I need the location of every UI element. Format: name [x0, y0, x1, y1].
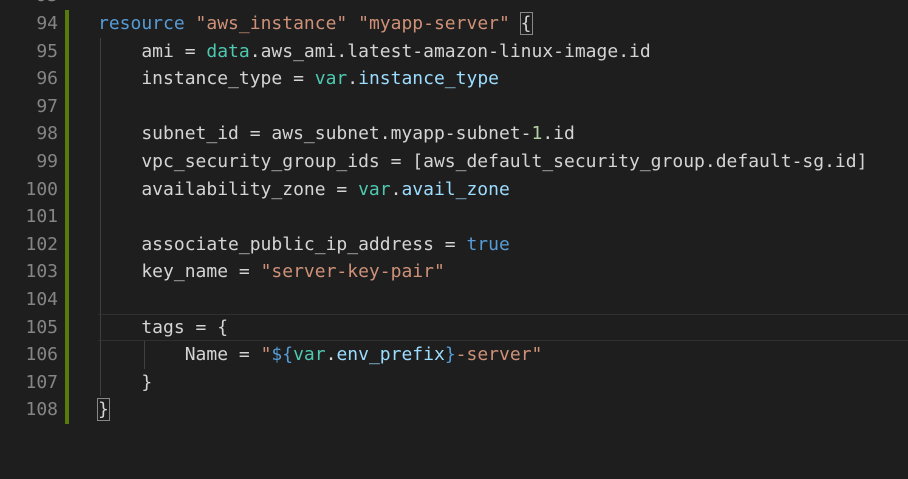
- gutter-modified-marker: [65, 203, 69, 231]
- code-text[interactable]: associate_public_ip_address = true: [98, 231, 510, 259]
- code-text[interactable]: instance_type = var.instance_type: [98, 65, 499, 93]
- code-token: 1: [531, 123, 543, 145]
- code-token: instance_type: [358, 68, 499, 90]
- code-line[interactable]: 99 vpc_security_group_ids = [aws_default…: [0, 148, 908, 176]
- code-line[interactable]: 104: [0, 286, 908, 314]
- code-line[interactable]: 103 key_name = "server-key-pair": [0, 258, 908, 286]
- code-line[interactable]: 97: [0, 92, 908, 121]
- code-token: tags = {: [98, 316, 229, 338]
- code-text[interactable]: }: [98, 369, 152, 397]
- code-text[interactable]: vpc_security_group_ids = [aws_default_se…: [98, 148, 867, 176]
- code-line[interactable]: 102 associate_public_ip_address = true: [0, 230, 908, 259]
- line-number: 100: [25, 178, 58, 200]
- code-text[interactable]: Name = "${var.env_prefix}-server": [98, 341, 543, 369]
- gutter-modified-marker: [65, 368, 69, 397]
- line-number: 104: [25, 289, 58, 310]
- code-token: .id: [542, 123, 575, 145]
- code-token: "server-key-pair": [260, 261, 445, 283]
- line-number: 97: [36, 95, 58, 117]
- line-number: 94: [36, 13, 58, 34]
- code-line[interactable]: 94 resource "aws_instance" "myapp-server"…: [0, 10, 908, 38]
- code-token: ": [260, 344, 272, 366]
- line-number: 102: [25, 233, 58, 255]
- code-token: associate_public_ip_address =: [98, 233, 467, 255]
- code-token: .: [390, 178, 402, 200]
- code-token: true: [466, 233, 510, 255]
- code-editor[interactable]: 93 94 resource "aws_instance" "myapp-serve…: [0, 0, 908, 479]
- code-token: .: [347, 68, 359, 90]
- gutter-modified-marker: [65, 313, 69, 342]
- code-token: }: [444, 344, 456, 366]
- gutter-modified-marker: [65, 341, 69, 369]
- code-line[interactable]: 98 subnet_id = aws_subnet.myapp-subnet-1…: [0, 120, 908, 148]
- code-line[interactable]: 100 availability_zone = var.avail_zone: [0, 175, 908, 204]
- line-number: 107: [25, 371, 58, 393]
- code-text[interactable]: availability_zone = var.avail_zone: [98, 176, 510, 204]
- line-number: 98: [36, 123, 58, 145]
- code-token: "myapp-server": [358, 13, 510, 34]
- line-number: 99: [36, 151, 58, 172]
- gutter-modified-marker: [65, 396, 69, 424]
- code-text[interactable]: }: [97, 396, 110, 424]
- line-number: 103: [25, 261, 58, 283]
- gutter-modified-marker: [65, 258, 69, 286]
- code-line[interactable]: 95 ami = data.aws_ami.latest-amazon-linu…: [0, 37, 908, 66]
- gutter-modified-marker: [65, 37, 69, 66]
- matching-bracket: }: [97, 398, 110, 422]
- code-token: var: [293, 344, 326, 366]
- code-line[interactable]: 108}: [0, 396, 908, 424]
- line-number: 96: [36, 68, 58, 90]
- code-token: ${: [271, 344, 294, 366]
- gutter-modified-marker: [65, 230, 69, 259]
- code-token: env_prefix: [336, 344, 445, 366]
- line-number: 108: [25, 399, 58, 421]
- code-token: instance_type =: [98, 68, 315, 90]
- line-number: 105: [25, 316, 58, 338]
- gutter-modified-marker: [65, 175, 69, 204]
- code-token: key_name =: [98, 261, 261, 283]
- line-number: 93: [0, 0, 58, 10]
- code-token: var: [358, 178, 391, 200]
- matching-bracket: {: [519, 12, 533, 35]
- code-token: avail_zone: [401, 178, 510, 200]
- code-token: }: [98, 371, 153, 393]
- code-token: ami =: [98, 40, 207, 62]
- code-token: "aws_instance": [195, 13, 348, 34]
- gutter-modified-marker: [65, 92, 69, 121]
- gutter-modified-marker: [65, 148, 69, 176]
- code-token: .aws_ami.latest-amazon-linux-image.id: [249, 40, 651, 62]
- line-number: 101: [25, 206, 58, 228]
- gutter-modified-marker: [65, 286, 69, 314]
- code-text[interactable]: ami = data.aws_ami.latest-amazon-linux-i…: [98, 38, 651, 66]
- code-token: .: [325, 344, 337, 366]
- code-token: subnet_id = aws_subnet.myapp-subnet-: [98, 123, 532, 145]
- code-token: vpc_security_group_ids = [aws_default_se…: [98, 151, 868, 172]
- gutter-modified-marker: [65, 65, 69, 93]
- code-token: -server": [455, 344, 543, 366]
- code-token: availability_zone =: [98, 178, 359, 200]
- line-number: 95: [36, 40, 58, 62]
- code-line[interactable]: 101: [0, 203, 908, 231]
- code-text[interactable]: key_name = "server-key-pair": [98, 258, 445, 286]
- code-token: resource: [98, 13, 185, 34]
- code-token: data: [206, 40, 250, 62]
- gutter-modified-marker: [65, 10, 69, 38]
- line-number: 106: [25, 344, 58, 366]
- code-line[interactable]: 107 }: [0, 368, 908, 397]
- code-line[interactable]: 105 tags = {: [0, 313, 908, 342]
- gutter-modified-marker: [65, 120, 69, 148]
- code-text[interactable]: resource "aws_instance" "myapp-server" {: [98, 10, 533, 38]
- code-token: var: [314, 68, 348, 90]
- code-line[interactable]: 96 instance_type = var.instance_type: [0, 65, 908, 93]
- code-line-partial: 93: [0, 0, 908, 10]
- code-token: Name =: [98, 344, 261, 366]
- code-line[interactable]: 106 Name = "${var.env_prefix}-server": [0, 341, 908, 369]
- code-text[interactable]: subnet_id = aws_subnet.myapp-subnet-1.id: [98, 120, 575, 148]
- code-text[interactable]: tags = {: [98, 314, 228, 342]
